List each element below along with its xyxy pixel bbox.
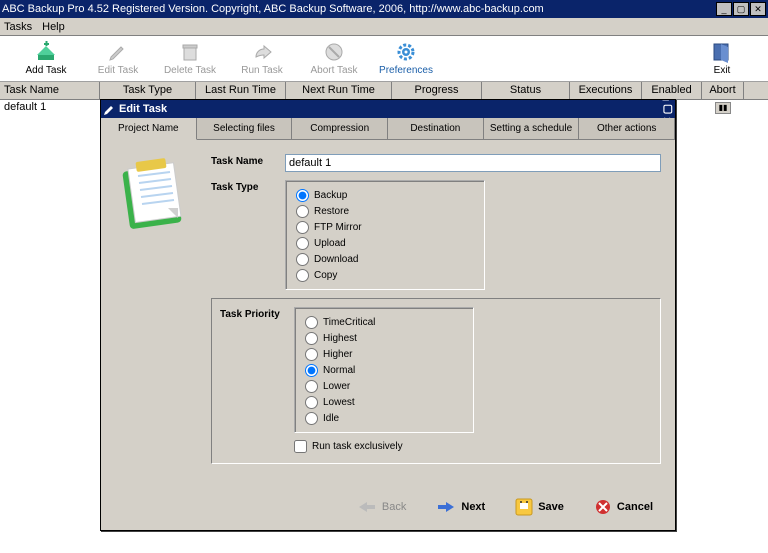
next-button[interactable]: Next xyxy=(436,501,485,513)
edit-task-label: Edit Task xyxy=(98,65,138,76)
add-task-button[interactable]: Add Task xyxy=(10,37,82,81)
abort-task-label: Abort Task xyxy=(310,65,357,76)
app-title: ABC Backup Pro 4.52 Registered Version. … xyxy=(2,3,715,15)
col-abort[interactable]: Abort xyxy=(702,82,744,99)
cell-task-name: default 1 xyxy=(0,100,100,116)
menu-tasks[interactable]: Tasks xyxy=(4,21,32,33)
tab-selecting-files[interactable]: Selecting files xyxy=(197,118,293,139)
arrow-left-icon xyxy=(357,501,377,513)
edit-task-dialog: Edit Task _ ▢ ✕ Project Name Selecting f… xyxy=(100,99,676,531)
edit-task-icon xyxy=(107,41,129,63)
radio-idle[interactable]: Idle xyxy=(305,410,463,426)
maximize-button[interactable]: ▢ xyxy=(733,2,749,16)
cell-abort: ▮▮ xyxy=(702,100,744,116)
notepad-icon xyxy=(115,154,195,234)
edit-task-button[interactable]: Edit Task xyxy=(82,37,154,81)
arrow-right-icon xyxy=(436,501,456,513)
task-priority-group: TimeCritical Highest Higher Normal Lower… xyxy=(294,307,474,433)
tab-other-actions[interactable]: Other actions xyxy=(579,118,675,139)
exit-label: Exit xyxy=(714,65,731,76)
task-list-header: Task Name Task Type Last Run Time Next R… xyxy=(0,82,768,100)
dialog-titlebar: Edit Task _ ▢ ✕ xyxy=(101,100,675,118)
radio-lowest[interactable]: Lowest xyxy=(305,394,463,410)
radio-timecritical[interactable]: TimeCritical xyxy=(305,314,463,330)
radio-lower[interactable]: Lower xyxy=(305,378,463,394)
radio-higher[interactable]: Higher xyxy=(305,346,463,362)
task-type-label: Task Type xyxy=(211,180,285,193)
abort-row-button[interactable]: ▮▮ xyxy=(715,102,731,114)
preferences-button[interactable]: Preferences xyxy=(370,37,442,81)
dialog-minimize-button[interactable]: _ xyxy=(663,90,673,102)
col-executions[interactable]: Executions xyxy=(570,82,642,99)
radio-copy[interactable]: Copy xyxy=(296,267,474,283)
radio-ftp-mirror[interactable]: FTP Mirror xyxy=(296,219,474,235)
radio-normal[interactable]: Normal xyxy=(305,362,463,378)
dialog-maximize-button[interactable]: ▢ xyxy=(663,102,673,115)
run-exclusive-checkbox[interactable]: Run task exclusively xyxy=(294,437,474,455)
close-button[interactable]: ✕ xyxy=(750,2,766,16)
abort-task-icon xyxy=(323,41,345,63)
tab-compression[interactable]: Compression xyxy=(292,118,388,139)
menu-help[interactable]: Help xyxy=(42,21,65,33)
task-priority-label: Task Priority xyxy=(220,307,294,320)
cancel-icon xyxy=(594,498,612,516)
col-progress[interactable]: Progress xyxy=(392,82,482,99)
tab-destination[interactable]: Destination xyxy=(388,118,484,139)
exit-icon xyxy=(711,41,733,63)
run-task-icon xyxy=(251,41,273,63)
add-task-icon xyxy=(35,41,57,63)
priority-fieldset: Task Priority TimeCritical Highest Highe… xyxy=(211,298,661,464)
exit-button[interactable]: Exit xyxy=(686,37,758,81)
dialog-button-bar: Back Next Save Cancel xyxy=(101,488,675,530)
dialog-title-text: Edit Task xyxy=(117,103,663,115)
task-type-group: Backup Restore FTP Mirror Upload Downloa… xyxy=(285,180,485,290)
dialog-icon xyxy=(103,102,117,116)
radio-upload[interactable]: Upload xyxy=(296,235,474,251)
col-last-run[interactable]: Last Run Time xyxy=(196,82,286,99)
menubar: Tasks Help xyxy=(0,18,768,36)
run-task-button[interactable]: Run Task xyxy=(226,37,298,81)
cancel-button[interactable]: Cancel xyxy=(594,498,653,516)
back-button: Back xyxy=(357,501,406,513)
col-next-run[interactable]: Next Run Time xyxy=(286,82,392,99)
dialog-tabs: Project Name Selecting files Compression… xyxy=(101,118,675,140)
add-task-label: Add Task xyxy=(26,65,67,76)
delete-task-label: Delete Task xyxy=(164,65,216,76)
save-icon xyxy=(515,498,533,516)
radio-backup[interactable]: Backup xyxy=(296,187,474,203)
col-task-name[interactable]: Task Name xyxy=(0,82,100,99)
radio-restore[interactable]: Restore xyxy=(296,203,474,219)
tab-project-name[interactable]: Project Name xyxy=(101,118,197,140)
radio-download[interactable]: Download xyxy=(296,251,474,267)
task-name-label: Task Name xyxy=(211,154,285,167)
preferences-label: Preferences xyxy=(379,65,433,76)
gear-icon xyxy=(395,41,417,63)
save-button[interactable]: Save xyxy=(515,498,564,516)
tab-schedule[interactable]: Setting a schedule xyxy=(484,118,580,139)
run-task-label: Run Task xyxy=(241,65,283,76)
toolbar: Add Task Edit Task Delete Task Run Task … xyxy=(0,36,768,82)
col-status[interactable]: Status xyxy=(482,82,570,99)
minimize-button[interactable]: _ xyxy=(716,2,732,16)
trash-icon xyxy=(179,41,201,63)
col-task-type[interactable]: Task Type xyxy=(100,82,196,99)
abort-task-button[interactable]: Abort Task xyxy=(298,37,370,81)
task-name-input[interactable] xyxy=(285,154,661,172)
delete-task-button[interactable]: Delete Task xyxy=(154,37,226,81)
radio-highest[interactable]: Highest xyxy=(305,330,463,346)
main-titlebar: ABC Backup Pro 4.52 Registered Version. … xyxy=(0,0,768,18)
